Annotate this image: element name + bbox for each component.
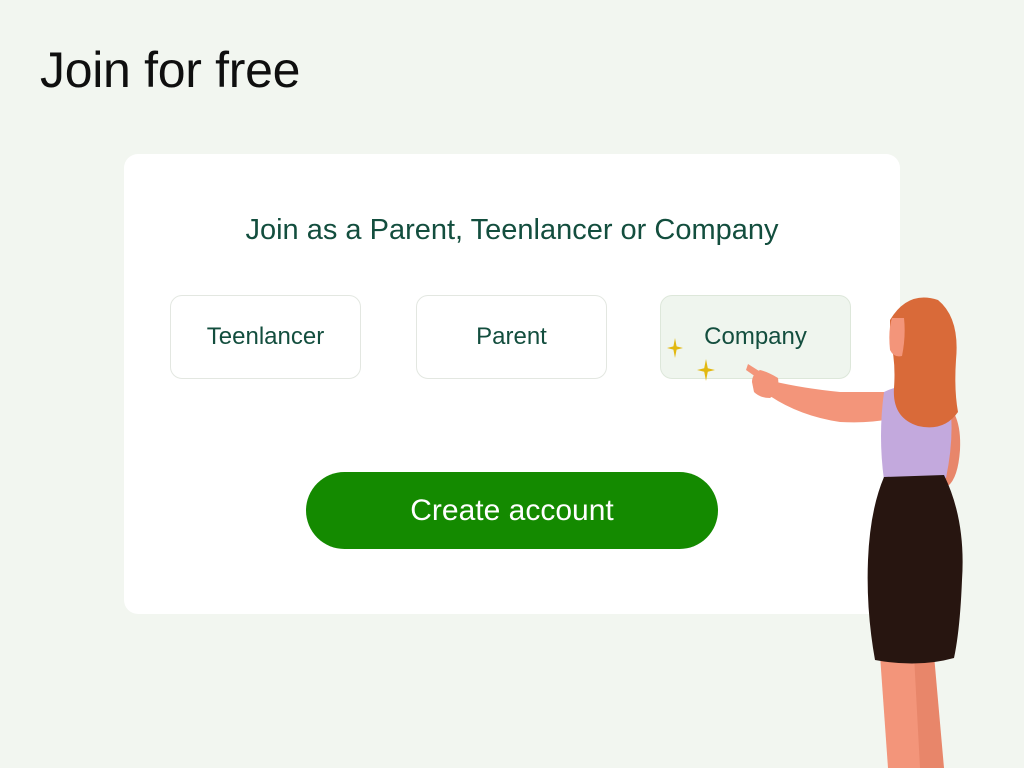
option-parent[interactable]: Parent — [416, 295, 607, 379]
sparkle-icon — [697, 359, 715, 381]
woman-pointing-illustration — [746, 297, 963, 768]
sparkle-icon — [667, 338, 683, 358]
create-account-button[interactable]: Create account — [306, 472, 718, 549]
card-heading: Join as a Parent, Teenlancer or Company — [245, 214, 779, 246]
page-title: Join for free — [40, 42, 301, 98]
option-teenlancer-label: Teenlancer — [206, 323, 325, 350]
option-teenlancer[interactable]: Teenlancer — [170, 295, 361, 379]
option-parent-label: Parent — [476, 323, 547, 350]
